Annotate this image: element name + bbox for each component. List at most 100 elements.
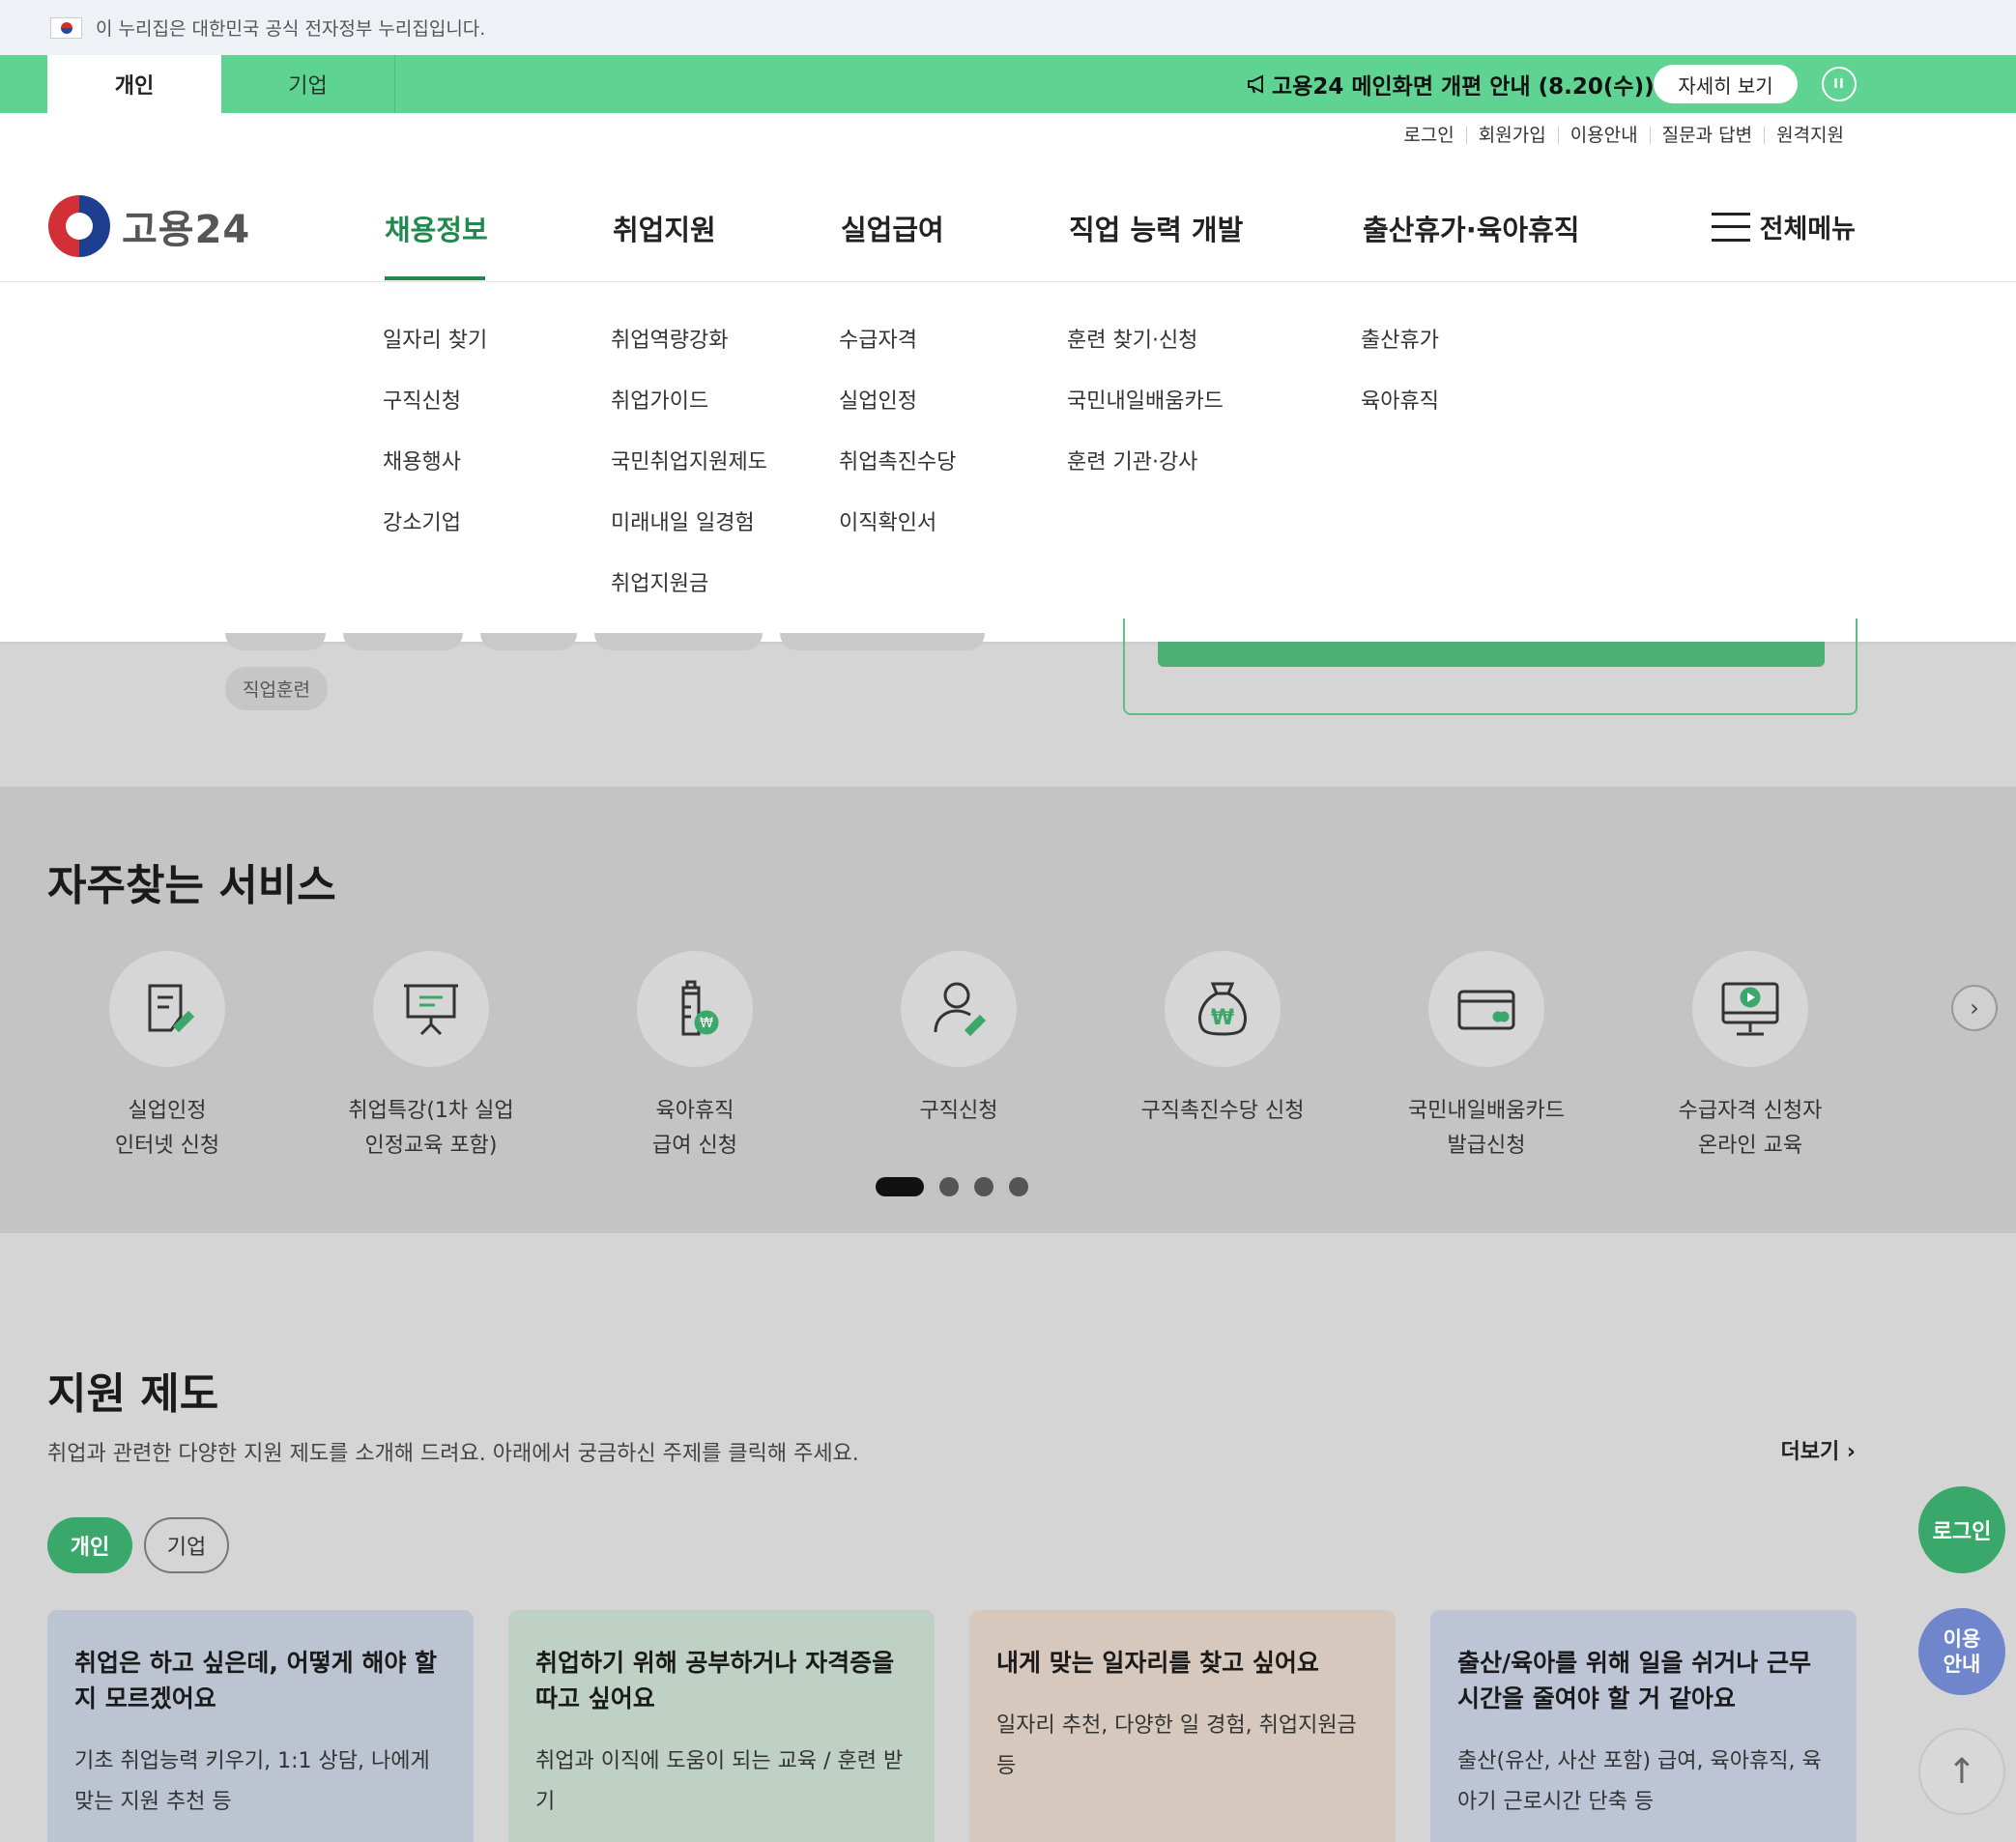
dropdown-item[interactable]: 취업지원금	[611, 566, 767, 627]
carousel-dot[interactable]	[974, 1177, 994, 1196]
section-title: 자주찾는 서비스	[47, 861, 336, 910]
carousel-dot[interactable]	[1009, 1177, 1028, 1196]
card-desc: 출산(유산, 사산 포함) 급여, 육아휴직, 육	[1457, 1749, 1822, 1773]
util-qna-link[interactable]: 질문과 답변	[1649, 127, 1764, 145]
util-signup-link[interactable]: 회원가입	[1465, 127, 1558, 145]
support-system-section: 지원 제도 취업과 관련한 다양한 지원 제도를 소개해 드려요. 아래에서 궁…	[0, 1233, 2016, 1842]
gov-banner-text: 이 누리집은 대한민국 공식 전자정부 누리집입니다.	[96, 18, 486, 40]
mega-menu-dropdown: 일자리 찾기 구직신청 채용행사 강소기업 취업역량강화 취업가이드 국민취업지…	[0, 282, 2016, 642]
card-icon	[1428, 951, 1544, 1067]
service-label: 수급자격 신청자	[1678, 1099, 1823, 1123]
card-desc: 취업과 이직에 도움이 되는 교육 / 훈련 받	[535, 1749, 904, 1773]
floating-guide-button[interactable]: 이용 안내	[1918, 1608, 2005, 1695]
chevron-right-icon: ›	[1846, 1440, 1856, 1464]
section-title: 지원 제도	[47, 1369, 219, 1419]
svg-text:₩: ₩	[1211, 1006, 1234, 1030]
dropdown-item[interactable]: 국민취업지원제도	[611, 445, 767, 505]
util-remote-link[interactable]: 원격지원	[1764, 127, 1856, 145]
baby-bottle-won-icon: ₩	[637, 951, 753, 1067]
dropdown-item[interactable]: 훈련 찾기·신청	[1067, 323, 1224, 384]
service-label: 인터넷 신청	[114, 1134, 220, 1158]
card-title: 취업은 하고 싶은데, 어떻게 해야 할	[74, 1649, 438, 1677]
service-item[interactable]: 수급자격 신청자 온라인 교육	[1649, 951, 1852, 1164]
tab-personal[interactable]: 개인	[47, 55, 221, 113]
notice-text[interactable]: 고용24 메인화면 개편 안내 (8.20(수))	[1247, 55, 1655, 113]
dropdown-column-training: 훈련 찾기·신청 국민내일배움카드 훈련 기관·강사	[1067, 323, 1224, 505]
dropdown-item[interactable]: 일자리 찾기	[383, 323, 487, 384]
notice-message: 고용24 메인화면 개편 안내 (8.20(수))	[1272, 74, 1655, 100]
card-title: 취업하기 위해 공부하거나 자격증을	[535, 1649, 895, 1677]
card-desc: 맞는 지원 추천 등	[74, 1790, 232, 1814]
dropdown-item[interactable]: 수급자격	[839, 323, 956, 384]
segment-personal[interactable]: 개인	[47, 1517, 132, 1573]
card-title: 지 모르겠어요	[74, 1684, 216, 1712]
util-guide-link[interactable]: 이용안내	[1557, 127, 1650, 145]
card-title: 내게 맞는 일자리를 찾고 싶어요	[996, 1649, 1319, 1677]
dropdown-item[interactable]: 국민내일배움카드	[1067, 384, 1224, 445]
support-card[interactable]: 취업은 하고 싶은데, 어떻게 해야 할지 모르겠어요 기초 취업능력 키우기,…	[47, 1610, 474, 1842]
service-item[interactable]: 구직신청	[857, 951, 1060, 1129]
dropdown-item[interactable]: 이직확인서	[839, 505, 956, 566]
card-desc: 아기 근로시간 단축 등	[1457, 1790, 1655, 1814]
dropdown-item[interactable]: 실업인정	[839, 384, 956, 445]
service-label: 구직신청	[919, 1099, 998, 1123]
megaphone-icon	[1248, 74, 1263, 94]
dropdown-item[interactable]: 미래내일 일경험	[611, 505, 767, 566]
service-item[interactable]: 취업특강(1차 실업 인정교육 포함)	[330, 951, 533, 1164]
segment-company[interactable]: 기업	[144, 1517, 229, 1573]
carousel-dot[interactable]	[939, 1177, 959, 1196]
support-card[interactable]: 출산/육아를 위해 일을 쉬거나 근무시간을 줄여야 할 거 같아요 출산(유산…	[1430, 1610, 1857, 1842]
site-header: 로그인 회원가입 이용안내 질문과 답변 원격지원 고용24 채용정보 취업지원…	[0, 113, 2016, 282]
monitor-play-icon	[1692, 951, 1808, 1067]
pause-icon[interactable]: II	[1822, 67, 1857, 101]
carousel-dot[interactable]	[876, 1177, 924, 1196]
hamburger-icon	[1711, 212, 1750, 242]
dropdown-item[interactable]: 취업가이드	[611, 384, 767, 445]
section-description: 취업과 관련한 다양한 지원 제도를 소개해 드려요. 아래에서 궁금하신 주제…	[47, 1442, 859, 1466]
service-item[interactable]: 실업인정 인터넷 신청	[66, 951, 269, 1164]
notice-bar: 개인 기업 고용24 메인화면 개편 안내 (8.20(수)) 자세히 보기 I…	[0, 55, 2016, 113]
dropdown-item[interactable]: 육아휴직	[1361, 384, 1439, 445]
scroll-top-icon[interactable]: ↑	[1918, 1728, 2005, 1815]
service-item[interactable]: 국민내일배움카드 발급신청	[1385, 951, 1588, 1164]
notice-detail-button[interactable]: 자세히 보기	[1654, 65, 1798, 103]
search-button[interactable]	[1158, 642, 1825, 667]
service-label: 발급신청	[1447, 1134, 1526, 1158]
card-title: 시간을 줄여야 할 거 같아요	[1457, 1684, 1736, 1712]
gnb-recruit[interactable]: 채용정보	[385, 208, 488, 248]
card-desc: 등	[996, 1754, 1017, 1778]
dropdown-item[interactable]: 취업역량강화	[611, 323, 767, 384]
person-pen-icon	[901, 951, 1017, 1067]
more-link[interactable]: 더보기 ›	[1781, 1434, 1856, 1465]
support-card[interactable]: 취업하기 위해 공부하거나 자격증을 따고 싶어요 취업과 이직에 도움이 되는 …	[508, 1610, 935, 1842]
utility-links: 로그인 회원가입 이용안내 질문과 답변 원격지원	[1392, 127, 1856, 145]
service-item[interactable]: ₩ 육아휴직 급여 신청	[593, 951, 796, 1164]
dropdown-item[interactable]: 취업촉진수당	[839, 445, 956, 505]
service-item[interactable]: ₩ 구직촉진수당 신청	[1121, 951, 1324, 1129]
korea-flag-icon	[50, 16, 82, 39]
floating-login-button[interactable]: 로그인	[1918, 1486, 2005, 1573]
more-label: 더보기	[1780, 1440, 1840, 1464]
guide-label: 이용	[1943, 1627, 1981, 1651]
dropdown-item[interactable]: 훈련 기관·강사	[1067, 445, 1224, 505]
support-card[interactable]: 내게 맞는 일자리를 찾고 싶어요 일자리 추천, 다양한 일 경험, 취업지원…	[969, 1610, 1396, 1842]
gnb-maternity-leave[interactable]: 출산휴가·육아휴직	[1363, 208, 1579, 248]
gnb-active-indicator	[385, 276, 485, 280]
keyword-chip[interactable]: 직업훈련	[225, 667, 328, 710]
gov-banner: 이 누리집은 대한민국 공식 전자정부 누리집입니다.	[0, 0, 2016, 55]
gnb-employment-support[interactable]: 취업지원	[613, 208, 716, 248]
dropdown-column-maternity: 출산휴가 육아휴직	[1361, 323, 1439, 445]
gnb-vocational-training[interactable]: 직업 능력 개발	[1069, 208, 1243, 248]
tab-company[interactable]: 기업	[221, 55, 395, 113]
dropdown-item[interactable]: 강소기업	[383, 505, 487, 566]
dropdown-column-employment: 취업역량강화 취업가이드 국민취업지원제도 미래내일 일경험 취업지원금	[611, 323, 767, 627]
gnb-unemployment-benefit[interactable]: 실업급여	[841, 208, 944, 248]
carousel-next-icon[interactable]: ›	[1951, 985, 1998, 1031]
util-login-link[interactable]: 로그인	[1392, 127, 1465, 145]
search-panel	[1123, 619, 1858, 715]
dropdown-item[interactable]: 출산휴가	[1361, 323, 1439, 384]
dropdown-item[interactable]: 구직신청	[383, 384, 487, 445]
card-title: 출산/육아를 위해 일을 쉬거나 근무	[1457, 1649, 1811, 1677]
dropdown-item[interactable]: 채용행사	[383, 445, 487, 505]
all-menu-button[interactable]: 전체메뉴	[1711, 208, 1856, 245]
